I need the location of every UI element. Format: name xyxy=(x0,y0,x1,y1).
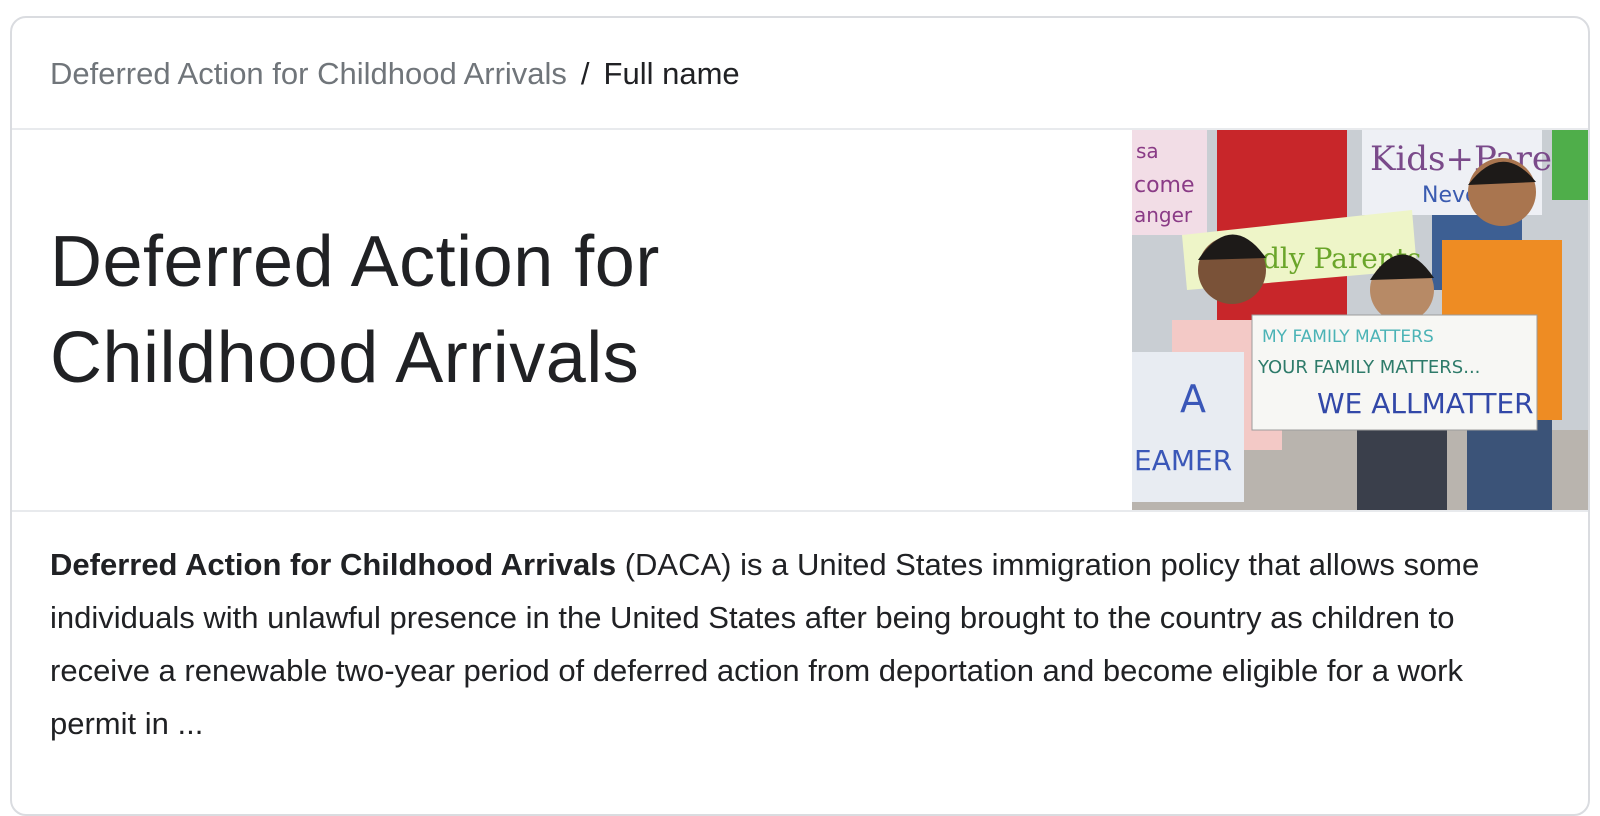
breadcrumb-parent-link[interactable]: Deferred Action for Childhood Arrivals xyxy=(50,56,567,91)
sign-small-left: A EAMER xyxy=(1132,352,1244,502)
svg-text:anger: anger xyxy=(1134,203,1193,227)
entity-description: Deferred Action for Childhood Arrivals (… xyxy=(50,538,1550,750)
content-divider xyxy=(12,510,1588,512)
svg-text:YOUR FAMILY MATTERS...: YOUR FAMILY MATTERS... xyxy=(1257,357,1480,378)
svg-text:EAMER: EAMER xyxy=(1134,444,1232,477)
breadcrumb: Deferred Action for Childhood Arrivals / F… xyxy=(50,54,740,94)
page-title: Deferred Action for Childhood Arrivals xyxy=(50,214,1070,406)
svg-text:come: come xyxy=(1134,173,1195,198)
sign-main: MY FAMILY MATTERS YOUR FAMILY MATTERS...… xyxy=(1251,314,1538,431)
title-line-1: Deferred Action for xyxy=(50,222,660,302)
hero-photo[interactable]: sa come anger Kids+Parents Never dly Par… xyxy=(1132,130,1588,510)
svg-text:A: A xyxy=(1180,377,1206,421)
breadcrumb-current: Full name xyxy=(603,56,740,91)
svg-text:MY FAMILY MATTERS: MY FAMILY MATTERS xyxy=(1262,327,1434,347)
svg-text:sa: sa xyxy=(1136,139,1159,163)
breadcrumb-separator: / xyxy=(580,56,590,91)
description-bold-lead: Deferred Action for Childhood Arrivals xyxy=(50,547,617,582)
svg-text:WE ALLMATTER: WE ALLMATTER xyxy=(1317,387,1534,420)
knowledge-panel-card: Deferred Action for Childhood Arrivals / F… xyxy=(10,16,1590,816)
protest-photo-illustration: sa come anger Kids+Parents Never dly Par… xyxy=(1132,130,1588,510)
sign-top-left: sa come anger xyxy=(1132,130,1207,235)
title-line-2: Childhood Arrivals xyxy=(50,318,640,398)
